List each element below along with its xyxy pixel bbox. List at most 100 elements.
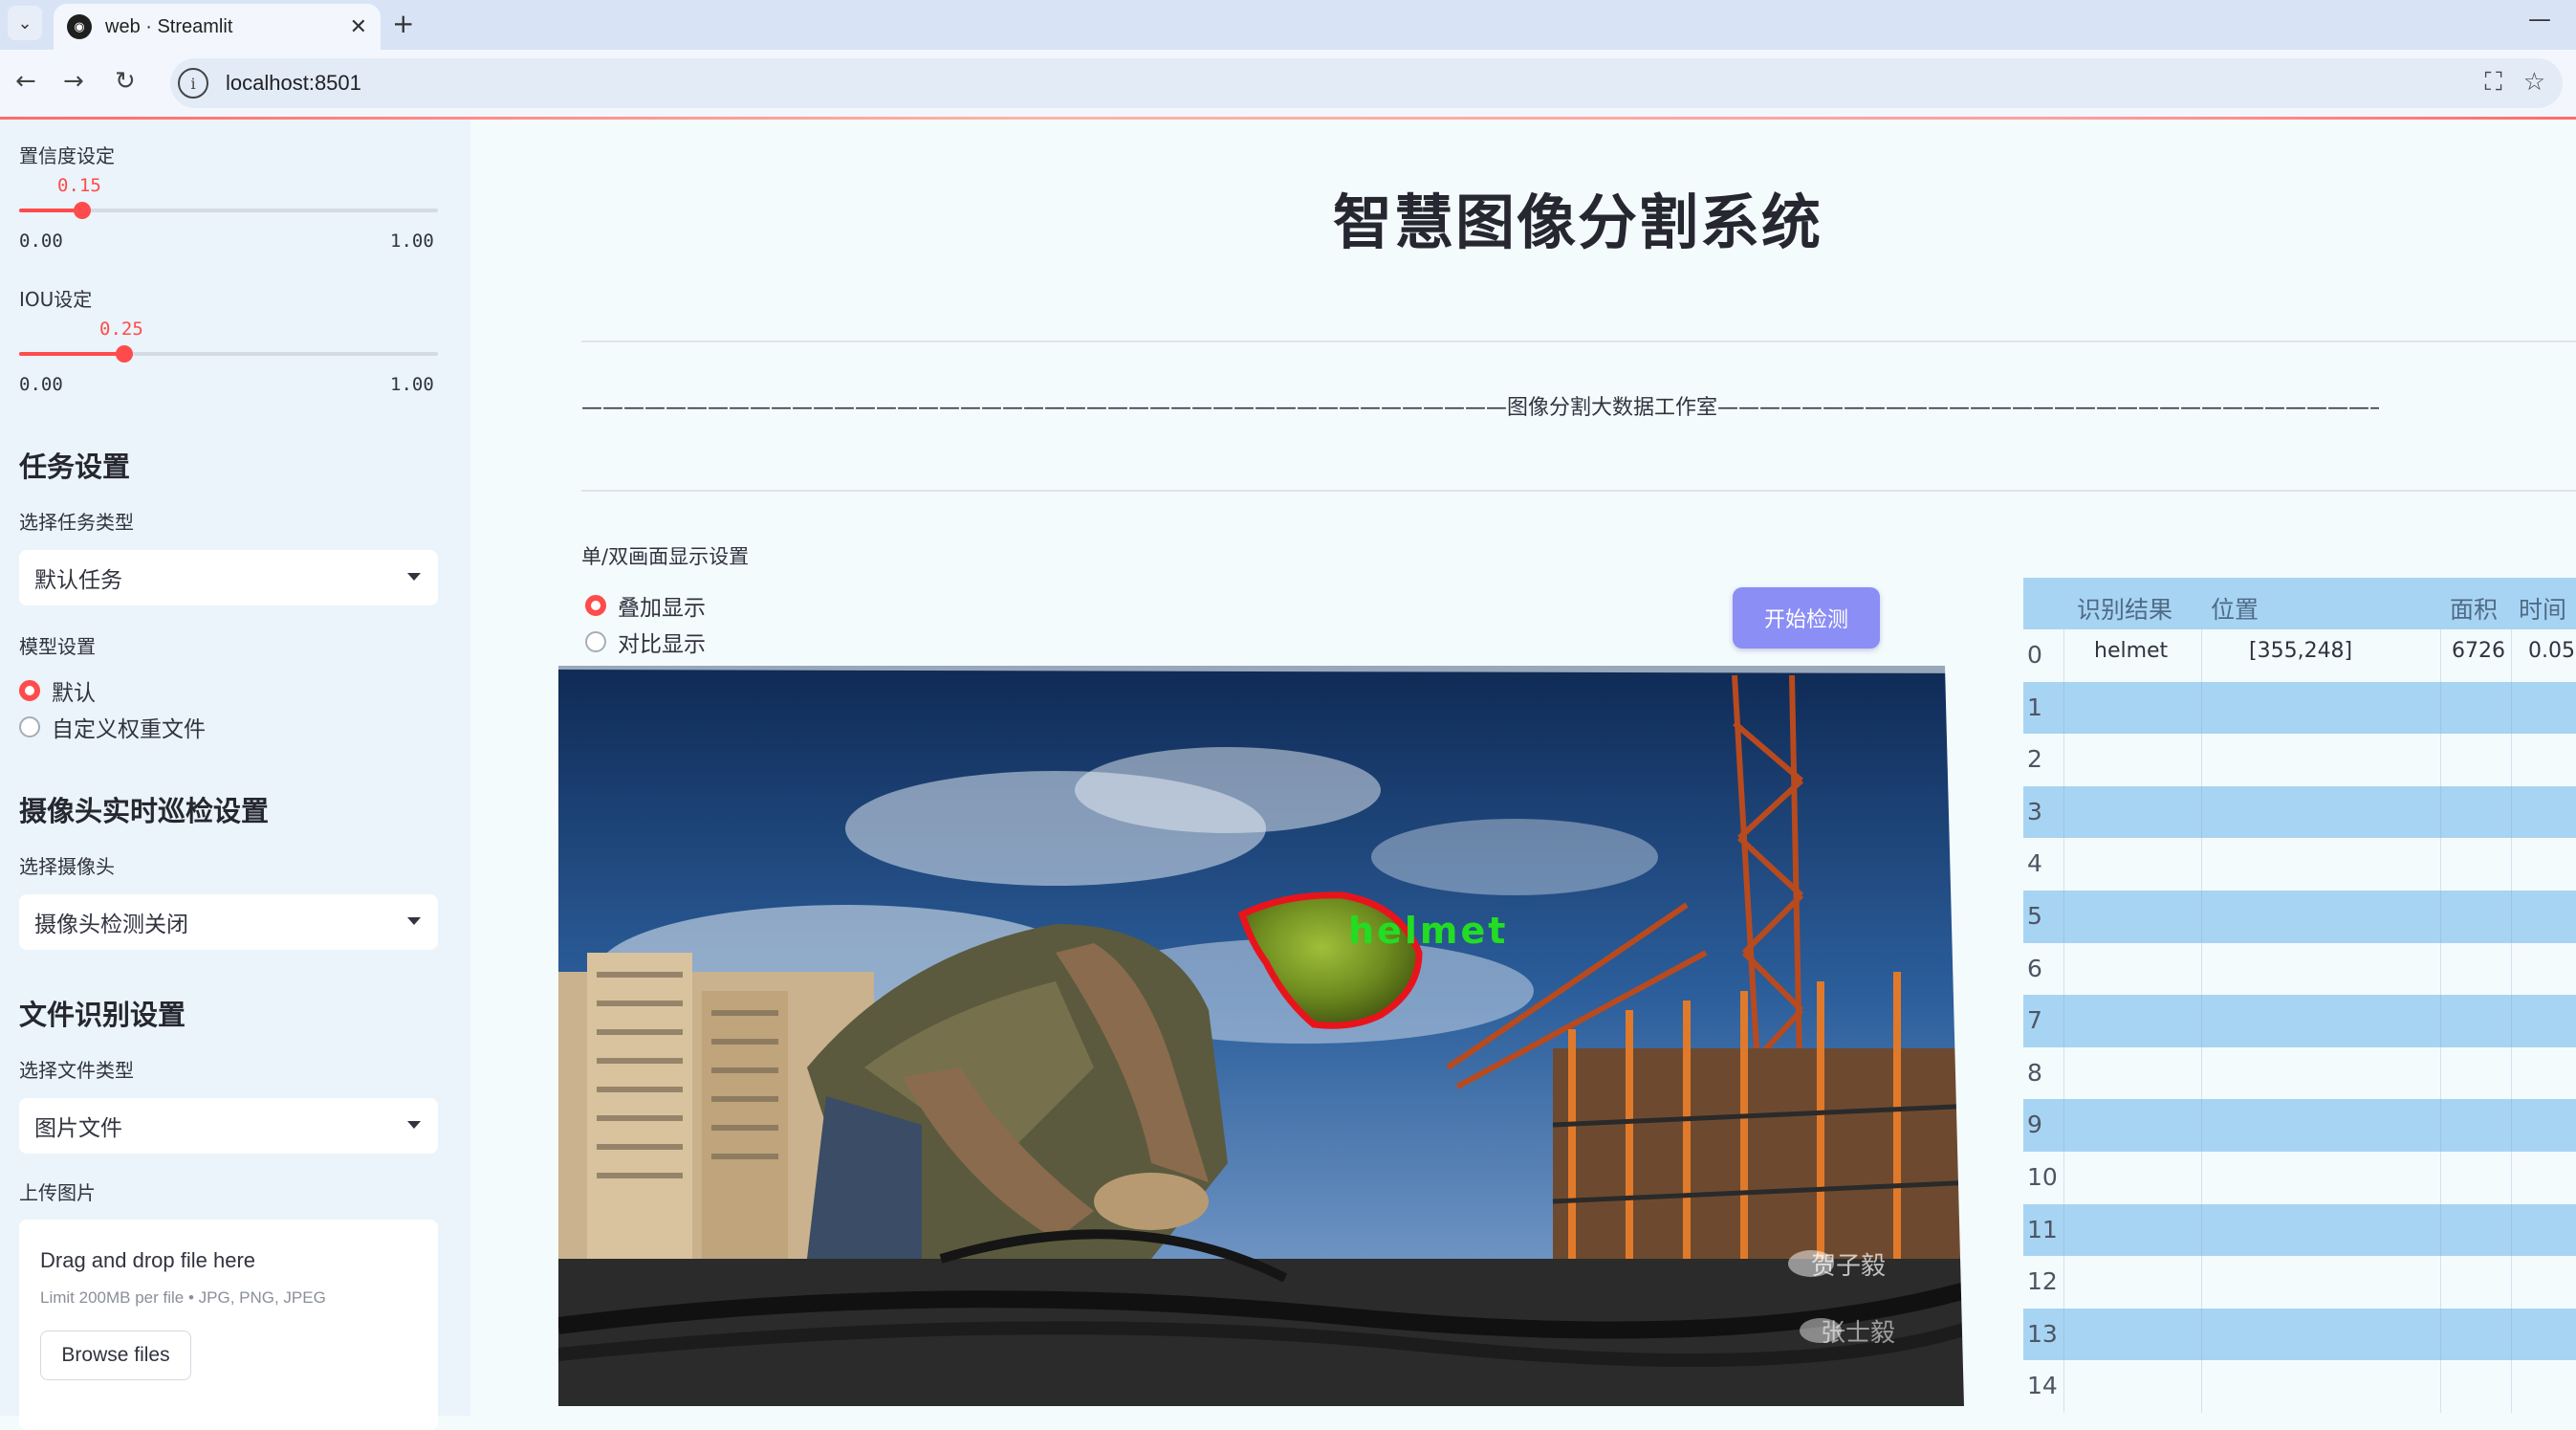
row-index: 8 [2027, 1058, 2042, 1087]
column-separator [2511, 681, 2512, 735]
url-text[interactable]: localhost:8501 [226, 71, 361, 96]
dropzone-limit: Limit 200MB per file • JPG, PNG, JPEG [40, 1288, 326, 1307]
task-type-value: 默认任务 [34, 568, 122, 593]
bookmark-star-icon[interactable]: ☆ [2523, 68, 2545, 98]
new-tab-icon[interactable]: + [392, 8, 414, 39]
column-separator [2201, 838, 2202, 891]
column-separator [2511, 890, 2512, 943]
streamlit-favicon-icon: ◉ [67, 14, 92, 39]
table-row[interactable]: 13 [2023, 1308, 2576, 1361]
browse-files-button[interactable]: Browse files [40, 1331, 191, 1380]
column-separator [2440, 785, 2441, 839]
table-row[interactable]: 1 [2023, 681, 2576, 735]
model-settings-label: 模型设置 [19, 635, 96, 658]
table-row[interactable]: 9 [2023, 1099, 2576, 1152]
camera-select-label: 选择摄像头 [19, 855, 115, 878]
row-index: 5 [2027, 901, 2042, 930]
table-row[interactable]: 2 [2023, 734, 2576, 786]
table-row[interactable]: 12 [2023, 1256, 2576, 1309]
col-header-result[interactable]: 识别结果 [2077, 591, 2172, 626]
cell-area: 6726 [2452, 639, 2505, 663]
model-option-label: 默认 [52, 681, 96, 706]
helmet-detection-label: helmet [1348, 910, 1508, 952]
column-separator [2201, 734, 2202, 786]
radio-selected-icon [19, 680, 40, 701]
table-row[interactable]: 10 [2023, 1151, 2576, 1204]
page-title: 智慧图像分割系统 [1014, 174, 2085, 260]
result-image-svg: helmet 贺子毅 张士毅 [558, 666, 1976, 1406]
column-separator [2440, 629, 2441, 682]
table-row[interactable]: 6 [2023, 942, 2576, 996]
column-separator [2063, 1308, 2064, 1361]
column-separator [2511, 785, 2512, 839]
column-separator [2440, 942, 2441, 996]
row-index: 10 [2027, 1162, 2058, 1191]
cell-result: helmet [2094, 639, 2169, 663]
column-separator [2440, 995, 2441, 1047]
table-row[interactable]: 4 [2023, 838, 2576, 891]
site-info-icon[interactable]: i [178, 68, 208, 99]
column-separator [2063, 1203, 2064, 1257]
page-title-text: 智慧图像分割系统 [1333, 187, 1823, 257]
column-separator [2063, 1151, 2064, 1204]
table-row[interactable]: 7 [2023, 995, 2576, 1047]
tab-search-icon[interactable]: ⌄ [8, 6, 42, 40]
column-separator [2063, 995, 2064, 1047]
task-type-select[interactable]: 默认任务 [19, 550, 438, 605]
column-separator [2511, 629, 2512, 682]
minimize-window-icon[interactable]: — [2528, 6, 2551, 33]
address-bar[interactable]: i localhost:8501 ⛶ ☆ [170, 58, 2563, 108]
column-separator [2201, 1360, 2202, 1413]
reload-icon[interactable]: ↻ [115, 67, 136, 96]
iou-max: 1.00 [390, 374, 434, 395]
column-separator [2063, 629, 2064, 682]
column-separator [2511, 1151, 2512, 1204]
table-row[interactable]: 5 [2023, 890, 2576, 943]
display-option-compare[interactable]: 对比显示 [585, 626, 706, 658]
iou-slider-thumb[interactable] [116, 345, 133, 363]
confidence-max: 1.00 [390, 231, 434, 252]
camera-select[interactable]: 摄像头检测关闭 [19, 894, 438, 950]
confidence-slider[interactable] [19, 202, 438, 219]
table-row[interactable]: 11 [2023, 1203, 2576, 1257]
chevron-down-icon [407, 917, 421, 925]
cell-position: [355,248] [2249, 639, 2353, 663]
column-separator [2201, 1046, 2202, 1100]
model-option-label: 自定义权重文件 [52, 717, 206, 742]
row-index: 3 [2027, 797, 2042, 825]
radio-unselected-icon [19, 716, 40, 737]
model-option-custom[interactable]: 自定义权重文件 [19, 711, 206, 743]
column-separator [2440, 1046, 2441, 1100]
dropzone-title: Drag and drop file here [40, 1248, 256, 1272]
table-row[interactable]: 8 [2023, 1046, 2576, 1100]
file-dropzone[interactable]: Drag and drop file here Limit 200MB per … [19, 1220, 438, 1430]
col-header-position[interactable]: 位置 [2211, 591, 2259, 626]
row-index: 2 [2027, 745, 2042, 774]
table-row[interactable]: 0 helmet [355,248] 6726 0.05 [2023, 629, 2576, 682]
table-row[interactable]: 3 [2023, 785, 2576, 839]
browser-tab[interactable]: ◉ web · Streamlit ✕ [54, 4, 381, 50]
table-row[interactable]: 14 [2023, 1360, 2576, 1413]
col-header-area[interactable]: 面积 [2450, 591, 2498, 626]
column-separator [2063, 1360, 2064, 1413]
iou-slider[interactable] [19, 345, 438, 363]
close-tab-icon[interactable]: ✕ [350, 15, 367, 39]
column-separator [2063, 1256, 2064, 1309]
col-header-time[interactable]: 时间 [2519, 591, 2566, 626]
column-separator [2201, 942, 2202, 996]
column-separator [2511, 1308, 2512, 1361]
column-separator [2201, 995, 2202, 1047]
column-separator [2201, 1308, 2202, 1361]
display-option-overlay[interactable]: 叠加显示 [585, 589, 706, 622]
start-detection-button[interactable]: 开始检测 [1733, 587, 1880, 649]
iou-slider-fill [19, 352, 124, 356]
back-icon[interactable]: ← [15, 67, 36, 96]
model-option-default[interactable]: 默认 [19, 674, 96, 707]
forward-icon[interactable]: → [63, 67, 84, 96]
detection-result-image: helmet 贺子毅 张士毅 [558, 666, 1976, 1406]
column-separator [2201, 1151, 2202, 1204]
confidence-slider-thumb[interactable] [74, 202, 91, 219]
translate-icon[interactable]: ⛶ [2484, 68, 2501, 98]
column-separator [2440, 734, 2441, 786]
file-type-select[interactable]: 图片文件 [19, 1098, 438, 1154]
